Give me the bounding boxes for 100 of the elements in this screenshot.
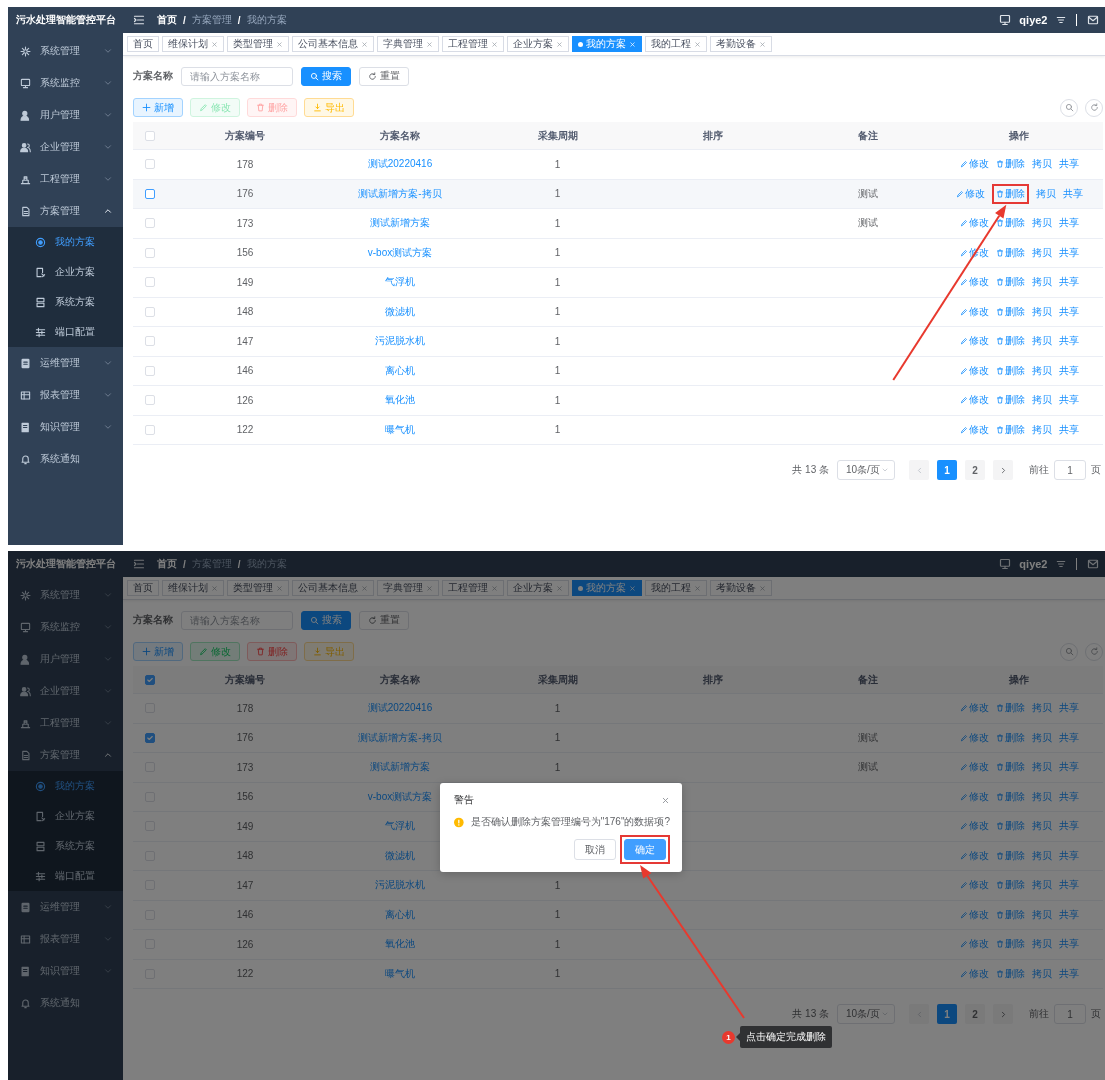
close-icon[interactable] bbox=[556, 584, 563, 592]
delete-link[interactable]: 删除 bbox=[995, 186, 1025, 201]
scheme-name-link[interactable]: 曝气机 bbox=[385, 422, 415, 437]
edit-link[interactable]: 修改 bbox=[959, 304, 989, 319]
page-button[interactable]: 1 bbox=[937, 460, 957, 480]
submenu-item[interactable]: 企业方案 bbox=[8, 257, 123, 287]
copy-link[interactable]: 拷贝 bbox=[1031, 760, 1052, 775]
delete-link[interactable]: 删除 bbox=[995, 760, 1025, 775]
share-link[interactable]: 共享 bbox=[1058, 789, 1079, 804]
menu-icon[interactable] bbox=[133, 558, 145, 570]
edit-link[interactable]: 修改 bbox=[959, 907, 989, 922]
mail-icon[interactable] bbox=[1087, 14, 1099, 26]
scheme-name-link[interactable]: v-box测试方案 bbox=[367, 789, 433, 804]
close-icon[interactable] bbox=[361, 584, 368, 592]
delete-link[interactable]: 删除 bbox=[995, 334, 1025, 349]
delete-link[interactable]: 删除 bbox=[995, 701, 1025, 716]
menu-item[interactable]: 工程管理 bbox=[8, 163, 123, 195]
monitor-icon[interactable] bbox=[999, 558, 1012, 570]
delete-link[interactable]: 删除 bbox=[995, 304, 1025, 319]
copy-link[interactable]: 拷贝 bbox=[1031, 157, 1052, 172]
tab[interactable]: 维保计划 bbox=[162, 580, 224, 596]
checkbox[interactable] bbox=[145, 732, 155, 743]
scheme-name-link[interactable]: 氧化池 bbox=[385, 937, 415, 952]
tab[interactable]: 我的工程 bbox=[645, 580, 707, 596]
user-name[interactable]: qiye2 bbox=[1019, 558, 1048, 570]
edit-link[interactable]: 修改 bbox=[959, 216, 989, 231]
share-link[interactable]: 共享 bbox=[1062, 186, 1083, 201]
delete-link[interactable]: 删除 bbox=[995, 907, 1025, 922]
scheme-name-link[interactable]: 微滤机 bbox=[385, 848, 415, 863]
edit-link[interactable]: 修改 bbox=[959, 363, 989, 378]
tab[interactable]: 考勤设备 bbox=[710, 580, 772, 596]
prev-page-button[interactable] bbox=[909, 1004, 929, 1024]
delete-link[interactable]: 删除 bbox=[995, 422, 1025, 437]
tab[interactable]: 字典管理 bbox=[377, 580, 439, 596]
page-number-field[interactable]: 1 bbox=[1054, 1004, 1086, 1024]
close-icon[interactable] bbox=[491, 40, 498, 48]
close-icon[interactable] bbox=[759, 584, 766, 592]
close-icon[interactable] bbox=[426, 584, 433, 592]
menu-item[interactable]: 系统监控 bbox=[8, 67, 123, 99]
share-link[interactable]: 共享 bbox=[1058, 966, 1079, 981]
menu-item[interactable]: 企业管理 bbox=[8, 131, 123, 163]
page-button[interactable]: 2 bbox=[965, 460, 985, 480]
edit-link[interactable]: 修改 bbox=[959, 819, 989, 834]
copy-link[interactable]: 拷贝 bbox=[1031, 878, 1052, 893]
close-icon[interactable] bbox=[694, 40, 701, 48]
close-icon[interactable] bbox=[211, 40, 218, 48]
copy-link[interactable]: 拷贝 bbox=[1031, 848, 1052, 863]
share-link[interactable]: 共享 bbox=[1058, 363, 1079, 378]
reset-button[interactable]: 重置 bbox=[359, 66, 409, 86]
delete-link[interactable]: 删除 bbox=[995, 393, 1025, 408]
share-link[interactable]: 共享 bbox=[1058, 730, 1079, 745]
scheme-name-link[interactable]: v-box测试方案 bbox=[367, 245, 433, 260]
edit-link[interactable]: 修改 bbox=[959, 701, 989, 716]
copy-link[interactable]: 拷贝 bbox=[1031, 789, 1052, 804]
copy-link[interactable]: 拷贝 bbox=[1031, 907, 1052, 922]
add-button[interactable]: 新增 bbox=[133, 642, 183, 661]
scheme-name-link[interactable]: 测试新增方案 bbox=[370, 216, 430, 231]
edit-link[interactable]: 修改 bbox=[959, 393, 989, 408]
delete-link[interactable]: 删除 bbox=[995, 157, 1025, 172]
close-icon[interactable] bbox=[556, 40, 563, 48]
tab[interactable]: 企业方案 bbox=[507, 36, 569, 52]
copy-link[interactable]: 拷贝 bbox=[1031, 245, 1052, 260]
cancel-button[interactable]: 取消 bbox=[574, 839, 616, 860]
close-icon[interactable] bbox=[426, 40, 433, 48]
share-link[interactable]: 共享 bbox=[1058, 393, 1079, 408]
delete-link[interactable]: 删除 bbox=[995, 819, 1025, 834]
share-link[interactable]: 共享 bbox=[1058, 245, 1079, 260]
submenu-item[interactable]: 端口配置 bbox=[8, 317, 123, 347]
tab[interactable]: 公司基本信息 bbox=[292, 580, 374, 596]
delete-link[interactable]: 删除 bbox=[995, 216, 1025, 231]
tab[interactable]: 首页 bbox=[127, 580, 159, 596]
submenu-item[interactable]: 系统方案 bbox=[8, 831, 123, 861]
delete-link[interactable]: 删除 bbox=[995, 937, 1025, 952]
tab[interactable]: 工程管理 bbox=[442, 36, 504, 52]
copy-link[interactable]: 拷贝 bbox=[1031, 304, 1052, 319]
menu-item[interactable]: 用户管理 bbox=[8, 99, 123, 131]
close-icon[interactable] bbox=[491, 584, 498, 592]
close-icon[interactable] bbox=[276, 584, 283, 592]
menu-item[interactable]: 知识管理 bbox=[8, 411, 123, 443]
edit-link[interactable]: 修改 bbox=[959, 937, 989, 952]
scheme-name-link[interactable]: 离心机 bbox=[385, 907, 415, 922]
monitor-icon[interactable] bbox=[999, 14, 1012, 26]
copy-link[interactable]: 拷贝 bbox=[1035, 186, 1056, 201]
delete-link[interactable]: 删除 bbox=[995, 275, 1025, 290]
share-link[interactable]: 共享 bbox=[1058, 422, 1079, 437]
tab[interactable]: 类型管理 bbox=[227, 580, 289, 596]
copy-link[interactable]: 拷贝 bbox=[1031, 730, 1052, 745]
copy-link[interactable]: 拷贝 bbox=[1031, 216, 1052, 231]
confirm-button[interactable]: 确定 bbox=[624, 839, 666, 860]
delete-link[interactable]: 删除 bbox=[995, 789, 1025, 804]
tab[interactable]: 我的工程 bbox=[645, 36, 707, 52]
submenu-item[interactable]: 系统方案 bbox=[8, 287, 123, 317]
copy-link[interactable]: 拷贝 bbox=[1031, 701, 1052, 716]
search-button[interactable]: 搜索 bbox=[301, 610, 351, 630]
menu-icon[interactable] bbox=[133, 14, 145, 26]
delete-link[interactable]: 删除 bbox=[995, 363, 1025, 378]
tab[interactable]: 类型管理 bbox=[227, 36, 289, 52]
menu-item[interactable]: 系统通知 bbox=[8, 443, 123, 475]
scheme-name-link[interactable]: 测试新增方案-拷贝 bbox=[358, 186, 442, 201]
edit-link[interactable]: 修改 bbox=[959, 275, 989, 290]
